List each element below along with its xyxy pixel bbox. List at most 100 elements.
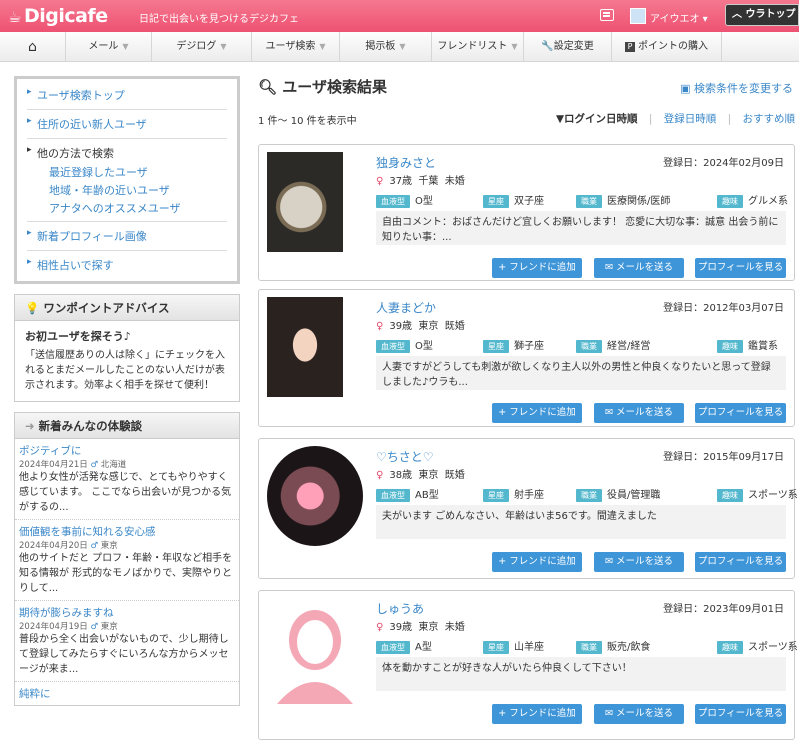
star-value: 獅子座 [514,341,544,352]
add-friend-label: フレンドに追加 [509,262,576,273]
experience-meta: 2024年04月21日 ♂ 北海道 [19,458,235,470]
chevron-down-icon: ▼ [399,42,406,51]
tagline: 日記で出会いを見つけるデジカフェ [139,14,299,25]
user-name[interactable]: しゅうあ [376,600,424,617]
user-status: 既婚 [444,321,465,332]
nav-buy-points[interactable]: P ポイントの購入 [612,32,722,62]
sidebar-item-fortune[interactable]: 相性占いで探す [27,251,227,279]
blood-tag: 血液型 [376,641,410,654]
sort-options: ▼ログイン日時順 | 登録日時順 | おすすめ順 [548,111,795,126]
sort-login[interactable]: ▼ログイン日時順 [556,113,638,125]
sort-recommend[interactable]: おすすめ順 [743,113,796,125]
experiences-header: ➜ 新着みんなの体験談 [15,413,239,439]
experience-title[interactable]: 期待が膨らみますね [19,605,235,620]
send-mail-button[interactable]: ✉ メールを送る [594,704,684,724]
points-icon: P [625,42,635,52]
add-friend-button[interactable]: + フレンドに追加 [492,258,582,278]
nav-settings[interactable]: 🔧設定変更 [524,32,612,62]
plus-icon: + [498,708,507,719]
star-tag: 星座 [483,195,509,208]
plus-icon: + [498,407,507,418]
user-comment: 夫がいます ごめんなさい、年齢はいま56です。間違えました [376,505,786,539]
nav-home[interactable]: ⌂ [0,32,66,62]
sidebar-item-new-nearby[interactable]: 住所の近い新人ユーザ [27,110,227,139]
reg-label: 登録日： [663,452,704,463]
sidebar-item-region-age[interactable]: 地域・年齢の近いユーザ [27,181,227,199]
reg-date-value: 2012年03月07日 [703,303,784,314]
user-info: ♀ 38歳 東京 既婚 [376,466,465,481]
nav-user-search-label: ユーザ検索 [265,41,316,52]
user-age: 38歳 [389,470,413,481]
experience-date: 2024年04月21日 [19,460,88,470]
profile-tags: 血液型 O型 星座 双子座 職業 医療関係/医師 趣味 グルメ系 [376,192,799,208]
send-mail-label: メールを送る [615,556,673,567]
sort-registered[interactable]: 登録日時順 [664,113,717,125]
nav-board[interactable]: 掲示板 ▼ [340,32,432,62]
chevron-down-icon: ▼ [122,42,129,51]
user-name[interactable]: 独身みさと [376,154,436,171]
add-friend-button[interactable]: + フレンドに追加 [492,552,582,572]
advice-panel: 💡 ワンポイントアドバイス お初ユーザを探そう♪ 「送信履歴ありの人は除く」にチ… [14,294,240,402]
profile-tags: 血液型 A型 星座 山羊座 職業 販売/飲食 趣味 スポーツ系 [376,638,799,654]
user-comment: 自由コメント：おばさんだけど宜しくお願いします！ 恋愛に大切な事：誠意 出会う前… [376,211,786,245]
nav-points-label: ポイントの購入 [638,41,708,52]
user-card: しゅうあ 登録日：2023年09月01日 ♀ 39歳 東京 未婚 血液型 A型 星座 山羊座 職… [258,590,798,740]
sidebar-item-recent[interactable]: 最近登録したユーザ [27,163,227,181]
view-profile-button[interactable]: プロフィールを見る [695,552,786,572]
experience-meta: 2024年04月19日 ♂ 東京 [19,620,235,632]
profile-photo[interactable] [267,152,343,252]
experience-date: 2024年04月19日 [19,622,88,632]
chevron-up-icon: ︿ [732,9,742,20]
experience-title[interactable]: 純粋に [19,686,235,701]
profile-photo[interactable] [267,598,363,704]
user-name[interactable]: 人妻まどか [376,299,436,316]
cafe-cup-icon: ☕ [8,8,21,26]
user-age: 37歳 [389,176,413,187]
logo[interactable]: ☕ Digicafe [8,5,108,27]
add-friend-button[interactable]: + フレンドに追加 [492,403,582,423]
change-conditions-link[interactable]: ▣ 検索条件を変更する [680,80,793,96]
experience-title[interactable]: 価値観を事前に知れる安心感 [19,524,235,539]
nav-digilog[interactable]: デジログ ▼ [152,32,252,62]
experience-text: 他より女性が活発な感じで、とてもやりやすく感じています。 ここでなら出会いが見つ… [19,472,232,513]
experience-title[interactable]: ポジティブに [19,443,235,458]
advice-text: 「送信履歴ありの人は除く」にチェックを入れるとまだメールしたことのない人だけが表… [25,350,225,391]
hobby-value: グルメ系 [748,196,788,207]
nav-friend-list[interactable]: フレンドリスト ▼ [432,32,524,62]
user-name[interactable]: ♡ちさと♡ [376,448,434,465]
sidebar: ユーザ検索トップ 住所の近い新人ユーザ 他の方法で検索 最近登録したユーザ 地域… [14,76,240,706]
sidebar-item-new-photos[interactable]: 新着プロフィール画像 [27,222,227,251]
sidebar-item-recommend[interactable]: アナタへのオススメユーザ [27,199,227,217]
blood-tag: 血液型 [376,489,410,502]
experience-item: 期待が膨らみますね 2024年04月19日 ♂ 東京 普段から全く出会いがないも… [15,601,239,682]
experience-text: 他のサイトだと プロフ・年齢・年収など相手を知る情報が 形式的なモノばかりで、実… [19,553,233,594]
nav-user-search[interactable]: ユーザ検索 ▼ [252,32,340,62]
star-tag: 星座 [483,489,509,502]
ura-top-link[interactable]: ︿ ウラトップ [725,4,799,26]
other-methods-group: 他の方法で検索 最近登録したユーザ 地域・年齢の近いユーザ アナタへのオススメユ… [27,139,227,222]
sidebar-item-search-top[interactable]: ユーザ検索トップ [27,81,227,110]
job-value: 経営/経営 [607,341,651,352]
view-profile-button[interactable]: プロフィールを見る [695,704,786,724]
advice-body: お初ユーザを探そう♪ 「送信履歴ありの人は除く」にチェックを入れるとまだメールし… [15,321,239,401]
add-friend-label: フレンドに追加 [509,708,576,719]
user-pref: 千葉 [418,176,439,187]
add-friend-label: フレンドに追加 [509,556,576,567]
nav-mail[interactable]: メール ▼ [66,32,152,62]
user-menu[interactable]: アイウエオ ▾ [650,10,708,25]
send-mail-button[interactable]: ✉ メールを送る [594,258,684,278]
add-friend-button[interactable]: + フレンドに追加 [492,704,582,724]
view-profile-button[interactable]: プロフィールを見る [695,258,786,278]
send-mail-button[interactable]: ✉ メールを送る [594,552,684,572]
avatar[interactable] [630,8,646,24]
nav-mail-label: メール [88,41,119,52]
registration-date: 登録日：2024年02月09日 [663,154,784,169]
profile-photo[interactable] [267,297,343,397]
wrench-icon: 🔧 [541,41,554,52]
star-tag: 星座 [483,641,509,654]
profile-photo[interactable] [267,446,363,546]
nav-digilog-label: デジログ [176,41,217,52]
send-mail-button[interactable]: ✉ メールを送る [594,403,684,423]
message-icon[interactable] [600,9,614,21]
view-profile-button[interactable]: プロフィールを見る [695,403,786,423]
